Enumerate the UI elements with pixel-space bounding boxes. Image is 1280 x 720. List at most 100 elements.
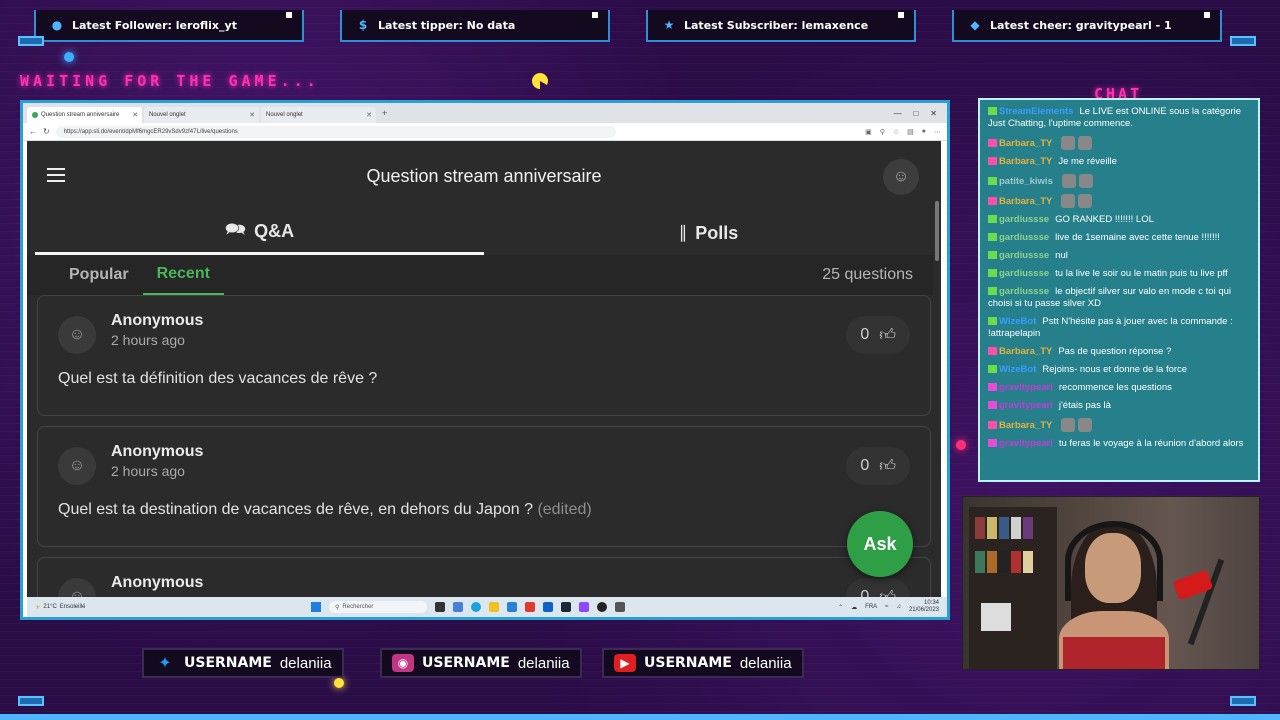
browser-tab-new-1[interactable]: Nouvel onglet ✕ [144,107,259,123]
subtab-popular[interactable]: Popular [55,255,143,295]
app-icon[interactable] [615,602,625,612]
profile-icon[interactable]: ● [922,128,926,136]
chat-username[interactable]: gravitypearl [999,382,1053,393]
chat-username[interactable]: gardiussse [999,214,1049,225]
alert-text: Latest Subscriber: lemaxence [684,18,869,32]
chat-username[interactable]: gardiussse [999,250,1049,261]
browser-toolbar-icons: ▣ ⚲ ☆ ▤ ● ⋯ [865,128,941,136]
chat-username[interactable]: Barbara_TY [999,196,1052,207]
tab-label: Nouvel onglet [266,112,303,118]
new-tab-icon[interactable]: + [382,108,387,118]
chat-username[interactable]: gardiussse [999,286,1049,297]
chat-username[interactable]: Barbara_TY [999,420,1052,431]
subtab-recent[interactable]: Recent [142,255,224,295]
taskbar-search[interactable]: ⚲ Rechercher [329,601,427,613]
volume-icon[interactable]: ♫ [896,604,901,610]
chat-message: gravitypearl tu feras le voyage à la réun… [988,438,1250,450]
emote-icon [1061,136,1076,150]
chat-username[interactable]: patite_kiwis [999,176,1053,187]
refresh-icon[interactable]: ↻ [43,127,50,136]
chat-username[interactable]: Barbara_TY [999,138,1052,149]
clock[interactable]: 10:34 21/06/2023 [909,600,939,614]
like-count: 0 [860,588,870,597]
outlook-icon[interactable] [543,602,553,612]
twitch-icon[interactable] [579,602,589,612]
sparkle-icon [64,52,74,62]
corner-decoration [18,36,44,46]
chat-username[interactable]: WizeBot [999,316,1036,327]
store-icon[interactable] [507,602,517,612]
close-icon[interactable]: ✕ [132,111,138,119]
close-icon[interactable]: ✕ [366,111,372,119]
language-indicator[interactable]: FRA [865,604,877,610]
ask-button[interactable]: Ask [847,511,913,577]
url-field[interactable]: https://app.sli.do/event/dpMf6mgcER29vSd… [55,125,616,138]
windows-start-icon[interactable] [311,602,321,612]
chat-username[interactable]: gardiussse [999,268,1049,279]
question-card: ☺ Anonymous 2 hours ago Quel est ta dest… [37,426,931,547]
chat-badge-icon [988,347,997,356]
browser-tab-slido[interactable]: Question stream anniversaire ✕ [27,107,142,123]
collections-icon[interactable]: ▤ [907,128,914,136]
close-window-icon[interactable]: ✕ [930,109,937,118]
youtube-icon: ▶ [614,654,636,672]
chat-text: recommence les questions [1058,382,1172,393]
chat-badge-icon [988,251,997,260]
chat-message: gardiussse tu la live le soir ou le matin… [988,268,1250,280]
question-card: ☺ Anonymous 0 👍︎ [37,557,931,597]
like-button[interactable]: 0 👍︎ [846,447,910,485]
browser-tab-new-2[interactable]: Nouvel onglet ✕ [261,107,376,123]
close-icon[interactable]: ✕ [249,111,255,119]
page-scrollbar[interactable] [933,191,941,597]
scrollbar-thumb[interactable] [935,201,939,261]
chat-badge-icon [988,317,997,326]
file-explorer-icon[interactable] [489,602,499,612]
steam-icon[interactable] [561,602,571,612]
tab-qa[interactable]: 🗪 Q&A [35,211,484,255]
menu-dots-icon[interactable]: ⋯ [934,128,941,136]
chat-text: live de 1semaine avec cette tenue !!!!!!… [1055,232,1220,243]
chat-text: nul [1055,250,1068,261]
chat-username[interactable]: gardiussse [999,232,1049,243]
task-view-icon[interactable] [435,602,445,612]
chat-username[interactable]: Barbara_TY [999,346,1052,357]
tab-polls[interactable]: ∥ Polls [484,211,933,255]
webcam-feed [962,496,1260,670]
favorite-icon[interactable]: ☆ [893,128,899,136]
like-button[interactable]: 0 👍︎ [846,316,910,354]
weather-widget[interactable]: ☀ 21°C Ensoleillé [35,604,85,611]
chat-message: patite_kiwis [988,174,1250,188]
emote-icon [1078,194,1093,208]
app-icon[interactable] [453,602,463,612]
star-icon: ★ [663,18,675,32]
maximize-icon[interactable]: □ [913,109,918,118]
back-icon[interactable]: ← [29,127,37,136]
minimize-icon[interactable]: — [893,109,901,118]
edge-icon[interactable] [471,602,481,612]
zoom-icon[interactable]: ⚲ [880,128,885,136]
emote-icon [1061,418,1076,432]
user-account-button[interactable]: ☺ [883,159,919,195]
chat-username[interactable]: WizeBot [999,364,1036,375]
question-author: Anonymous [111,443,204,460]
weather-temp: 21°C [43,604,57,610]
chat-username[interactable]: StreamElements [999,106,1073,117]
chat-username[interactable]: Barbara_TY [999,156,1052,167]
brave-icon[interactable] [525,602,535,612]
diamond-icon: ◆ [970,18,980,32]
wifi-icon[interactable]: ≈ [885,604,888,610]
chevron-up-icon[interactable]: ⌃ [838,604,843,611]
page-header: Question stream anniversaire ☺ [27,141,941,211]
cloud-icon[interactable]: ☁ [851,604,857,611]
question-author: Anonymous [111,574,204,591]
hamburger-menu-icon[interactable] [47,168,65,182]
social-label: USERNAME [184,655,272,671]
extension-icon[interactable]: ▣ [865,128,872,136]
social-youtube: ▶ USERNAME delaniia [602,648,804,678]
chat-username[interactable]: gravitypearl [999,438,1053,449]
like-button[interactable]: 0 👍︎ [846,578,910,597]
pacman-icon [532,73,548,89]
chat-username[interactable]: gravitypearl [999,400,1053,411]
emote-icon [1061,194,1076,208]
obs-icon[interactable] [597,602,607,612]
